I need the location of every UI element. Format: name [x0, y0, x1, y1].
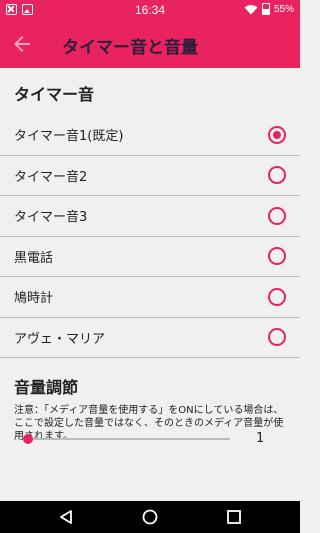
- system-nav-bar: [0, 501, 300, 533]
- status-right-icons: 55%: [244, 3, 294, 15]
- radio-button[interactable]: [268, 328, 286, 347]
- timer-option-row[interactable]: タイマー音2: [0, 156, 300, 196]
- timer-option-row[interactable]: タイマー音3: [0, 196, 300, 237]
- wifi-icon: [244, 4, 258, 14]
- timer-option-row[interactable]: 黒電話: [0, 237, 300, 277]
- back-arrow-icon[interactable]: [10, 32, 34, 56]
- timer-option-row[interactable]: 鳩時計: [0, 277, 300, 318]
- timer-option-label: アヴェ・マリア: [14, 331, 106, 347]
- recents-square-icon[interactable]: [226, 509, 242, 525]
- slider-track: [28, 438, 230, 440]
- radio-button[interactable]: [268, 166, 286, 185]
- volume-slider[interactable]: [23, 433, 230, 445]
- home-circle-icon[interactable]: [142, 509, 158, 525]
- volume-value: 1: [256, 431, 265, 446]
- timer-sound-list: タイマー音1(既定) タイマー音2 タイマー音3 黒電話鳩時計アヴェ・マリア: [0, 115, 300, 358]
- timer-option-label: 黒電話: [14, 250, 54, 266]
- slider-thumb[interactable]: [23, 434, 33, 444]
- timer-option-label: タイマー音3: [14, 210, 88, 226]
- timer-option-row[interactable]: アヴェ・マリア: [0, 318, 300, 358]
- radio-button[interactable]: [268, 206, 286, 225]
- radio-button[interactable]: [268, 247, 286, 266]
- timer-option-row[interactable]: タイマー音1(既定): [0, 115, 300, 156]
- radio-button[interactable]: [268, 125, 286, 144]
- volume-section-header: 音量調節: [14, 378, 79, 397]
- timer-option-label: タイマー音2: [14, 169, 88, 185]
- timer-option-label: タイマー音1(既定): [14, 129, 124, 145]
- status-bar: 16:34 55%: [0, 0, 300, 20]
- page-title: タイマー音と音量: [62, 38, 198, 58]
- battery-icon: [261, 3, 270, 15]
- radio-button[interactable]: [268, 287, 286, 306]
- back-triangle-icon[interactable]: [58, 509, 74, 525]
- app-bar: タイマー音と音量: [0, 20, 300, 68]
- timer-section-header: タイマー音: [14, 85, 95, 104]
- timer-option-label: 鳩時計: [14, 291, 54, 307]
- battery-percent: 55%: [273, 3, 294, 15]
